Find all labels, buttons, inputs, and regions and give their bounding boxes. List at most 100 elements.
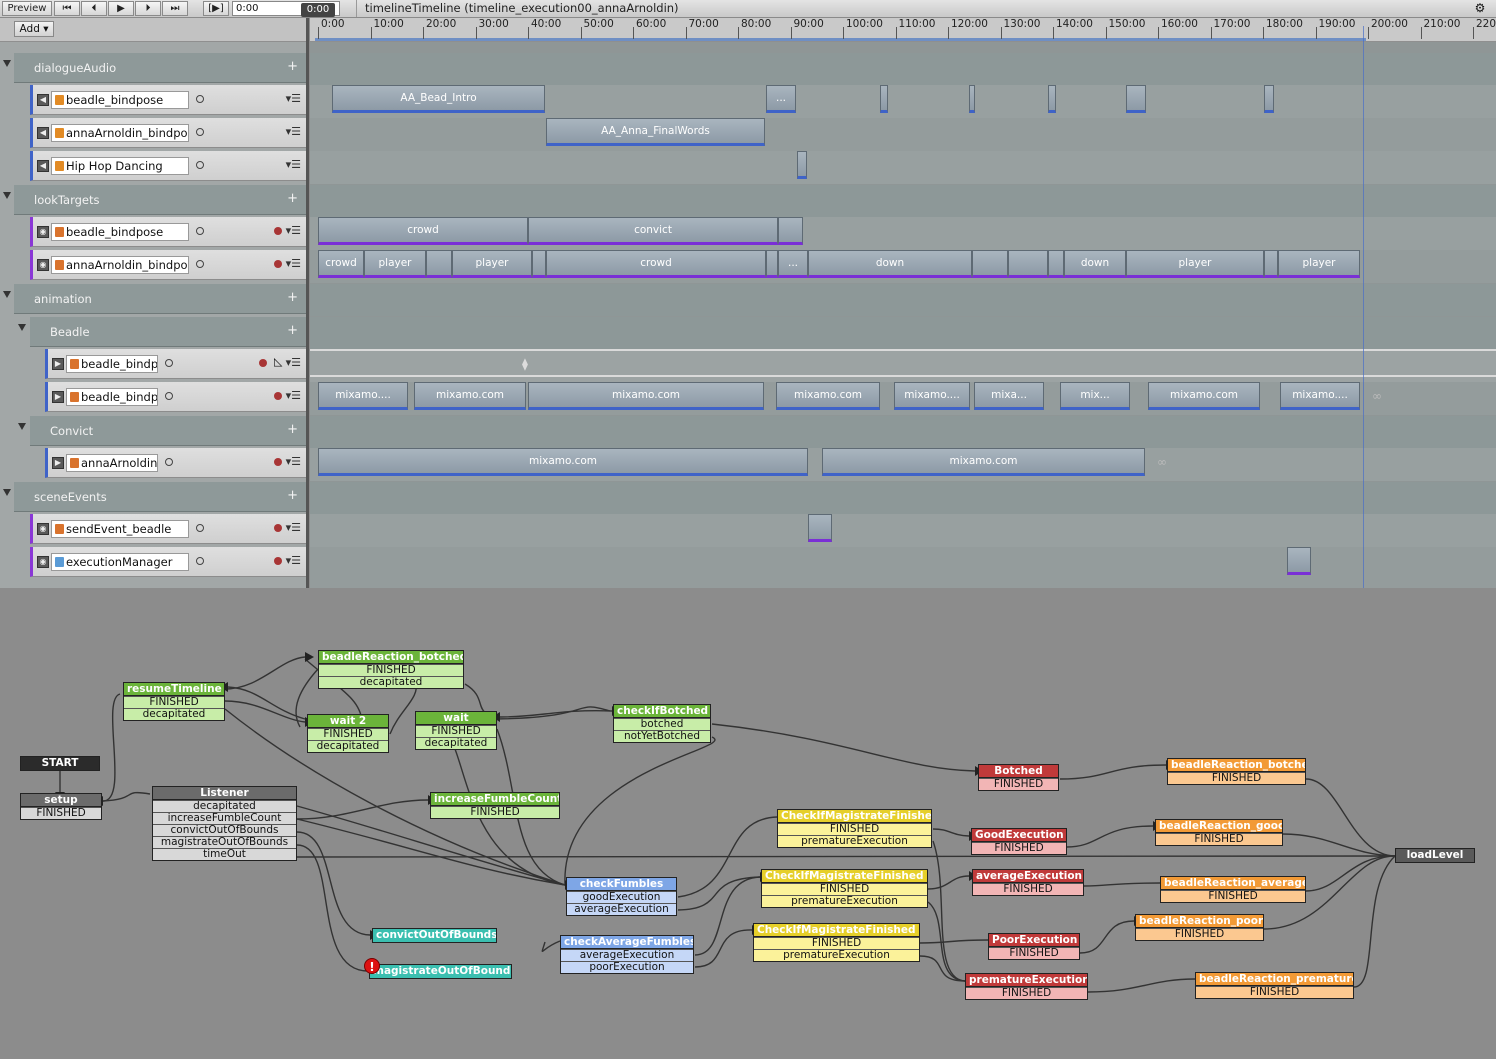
lane[interactable]	[310, 547, 1496, 588]
track-binding-field[interactable]: annaArnoldin_bindpose	[51, 124, 189, 142]
node-transition[interactable]: FINISHED	[1161, 890, 1305, 902]
animation-clip[interactable]: mixamo.com	[1148, 382, 1260, 410]
track-menu-icon[interactable]: ▾☰	[286, 455, 301, 468]
track-menu-icon[interactable]: ▾☰	[286, 125, 301, 138]
animation-clip[interactable]: mixamo.com	[822, 448, 1145, 476]
group-look-targets[interactable]: lookTargets +	[14, 185, 306, 215]
audio-clip[interactable]	[969, 85, 975, 113]
state-node-listener[interactable]: Listener decapitated increaseFumbleCount…	[152, 786, 297, 861]
node-transition[interactable]: goodExecution	[567, 891, 676, 903]
look-clip[interactable]	[532, 250, 546, 278]
node-transition[interactable]: increaseFumbleCount	[153, 812, 296, 824]
track-binding-field[interactable]: beadle_bindpose	[51, 91, 189, 109]
audio-clip[interactable]	[1126, 85, 1146, 113]
track-row[interactable]: ◉ sendEvent_beadle ▾☰	[30, 514, 306, 544]
track-menu-icon[interactable]: ▾☰	[286, 521, 301, 534]
node-transition[interactable]: FINISHED	[1156, 833, 1282, 845]
audio-clip[interactable]	[797, 151, 807, 179]
node-transition[interactable]: notYetBotched	[614, 730, 710, 742]
node-transition[interactable]: FINISHED	[124, 696, 224, 708]
event-clip[interactable]	[808, 514, 832, 542]
state-node-poor-execution[interactable]: PoorExecution FINISHED	[988, 933, 1080, 960]
node-transition[interactable]: decapitated	[124, 708, 224, 720]
breadcrumb[interactable]: timelineTimeline (timeline_execution00_a…	[356, 0, 687, 17]
node-transition[interactable]: FINISHED	[966, 987, 1087, 999]
collapse-triangle-icon[interactable]	[18, 324, 26, 331]
event-clip[interactable]	[1287, 547, 1311, 575]
state-node-load-level[interactable]: loadLevel	[1395, 848, 1475, 863]
target-icon[interactable]	[165, 392, 173, 400]
look-clip[interactable]: crowd	[318, 217, 528, 245]
lane[interactable]	[310, 151, 1496, 184]
node-transition[interactable]: FINISHED	[972, 842, 1066, 854]
add-icon[interactable]: +	[287, 422, 298, 437]
node-transition[interactable]: magistrateOutOfBounds	[153, 836, 296, 848]
time-ruler[interactable]: 0:00 10:00 20:00 30:00 40:00 50:00 60:00 70:00 8…	[310, 18, 1496, 42]
audio-clip[interactable]	[1264, 85, 1274, 113]
node-transition[interactable]: decapitated	[416, 737, 496, 749]
node-transition[interactable]: FINISHED	[973, 883, 1083, 895]
node-transition[interactable]: FINISHED	[416, 725, 496, 737]
lane[interactable]	[310, 118, 1496, 151]
track-menu-icon[interactable]: ▾☰	[286, 224, 301, 237]
node-transition[interactable]: poorExecution	[561, 961, 693, 973]
node-transition[interactable]: botched	[614, 718, 710, 730]
keyframe-icon[interactable]: ⧫	[522, 357, 528, 371]
record-icon[interactable]	[274, 524, 282, 532]
time-cursor-badge[interactable]: 0:00	[301, 3, 335, 17]
add-icon[interactable]: +	[287, 323, 298, 338]
look-clip[interactable]	[1048, 250, 1064, 278]
track-row[interactable]: ▶ annaArnoldin_bindpose ▾☰	[45, 448, 306, 478]
state-node-check-if-magistrate-finished-3[interactable]: CheckIfMagistrateFinished 3 FINISHED pre…	[753, 923, 920, 962]
last-frame-icon[interactable]: ⏭	[162, 1, 188, 16]
target-icon[interactable]	[196, 128, 204, 136]
track-binding-field[interactable]: Hip Hop Dancing	[51, 157, 189, 175]
state-node-beadle-reaction-premature[interactable]: beadleReaction_premature FINISHED	[1195, 972, 1354, 999]
animation-clip[interactable]: mixamo....	[318, 382, 408, 410]
audio-clip[interactable]	[1048, 85, 1056, 113]
node-transition[interactable]: FINISHED	[1136, 928, 1263, 940]
collapse-triangle-icon[interactable]	[3, 192, 11, 199]
node-transition[interactable]: FINISHED	[1168, 772, 1305, 784]
node-transition[interactable]: FINISHED	[778, 823, 931, 835]
node-transition[interactable]: prematureExecution	[754, 949, 919, 961]
node-transition[interactable]: prematureExecution	[778, 835, 931, 847]
animation-clip[interactable]: mixa...	[974, 382, 1044, 410]
look-clip[interactable]: crowd	[318, 250, 364, 278]
target-icon[interactable]	[196, 227, 204, 235]
add-track-button[interactable]: Add ▾	[14, 21, 54, 37]
node-transition[interactable]: averageExecution	[561, 949, 693, 961]
track-binding-field[interactable]: executionManager	[51, 553, 189, 571]
add-icon[interactable]: +	[287, 488, 298, 503]
track-row[interactable]: ◉ beadle_bindpose ▾☰	[30, 217, 306, 247]
state-node-wait-2[interactable]: wait 2 FINISHED decapitated	[307, 714, 389, 753]
target-icon[interactable]	[196, 557, 204, 565]
track-menu-icon[interactable]: ▾☰	[286, 257, 301, 270]
target-icon[interactable]	[196, 524, 204, 532]
node-transition[interactable]: prematureExecution	[762, 895, 927, 907]
look-clip[interactable]	[426, 250, 452, 278]
node-transition[interactable]: FINISHED	[979, 778, 1058, 790]
state-node-check-fumbles[interactable]: checkFumbles goodExecution averageExecut…	[566, 877, 677, 916]
state-node-beadle-reaction-poor[interactable]: beadleReaction_poor FINISHED	[1135, 914, 1264, 941]
previous-frame-icon[interactable]: ⏴	[81, 1, 107, 16]
record-icon[interactable]	[274, 392, 282, 400]
audio-clip[interactable]	[880, 85, 888, 113]
collapse-triangle-icon[interactable]	[3, 291, 11, 298]
state-node-check-if-botched[interactable]: checkIfBotched botched notYetBotched	[613, 704, 711, 743]
track-binding-field[interactable]: annaArnoldin_bindpose	[51, 256, 189, 274]
state-node-check-average-fumbles[interactable]: checkAverageFumbles averageExecution poo…	[560, 935, 694, 974]
look-clip[interactable]	[1008, 250, 1048, 278]
track-binding-field[interactable]: annaArnoldin_bindpose	[66, 454, 158, 472]
track-menu-icon[interactable]: ▾☰	[286, 356, 301, 369]
lane[interactable]	[310, 514, 1496, 547]
target-icon[interactable]	[165, 359, 173, 367]
look-clip[interactable]: convict	[528, 217, 778, 245]
state-node-average-execution[interactable]: averageExecution FINISHED	[972, 869, 1084, 896]
track-row[interactable]: ▶ beadle_bindpose ◺ ▾☰	[45, 349, 306, 379]
node-transition[interactable]: decapitated	[153, 800, 296, 812]
look-clip[interactable]: down	[808, 250, 972, 278]
state-node-beadle-reaction-botche[interactable]: beadleReaction_botche FINISHED	[1167, 758, 1306, 785]
target-icon[interactable]	[165, 458, 173, 466]
preview-button[interactable]: Preview	[2, 1, 52, 16]
